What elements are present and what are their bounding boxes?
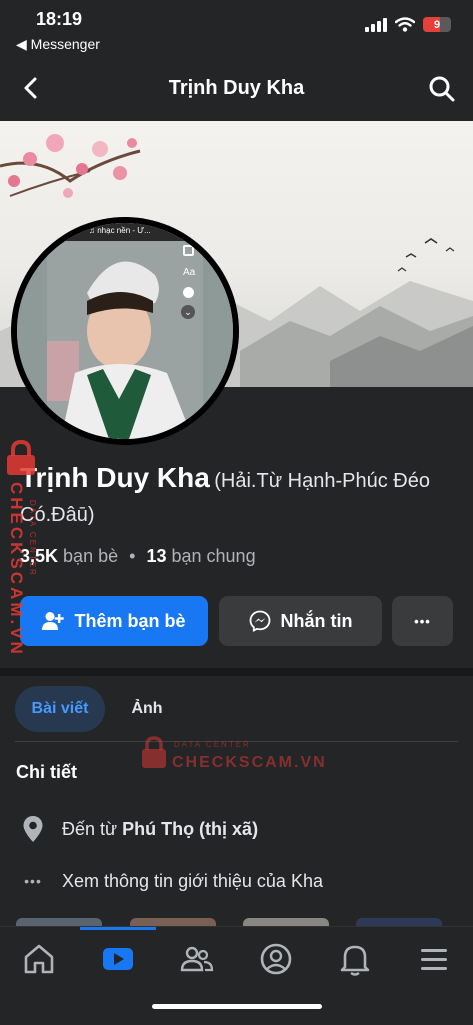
detail-hometown[interactable]: Đến từ Phú Thọ (thị xã) xyxy=(20,814,258,844)
bottom-tab-bar xyxy=(0,926,473,1025)
avatar-chevron-down-icon: ⌄ xyxy=(181,305,195,319)
photo-thumb[interactable] xyxy=(16,918,102,926)
section-divider xyxy=(0,668,473,676)
avatar-music-label: ♫ nhạc nền - Ư... xyxy=(89,226,151,235)
messenger-icon xyxy=(249,610,270,632)
photo-thumb[interactable] xyxy=(243,918,329,926)
location-pin-icon xyxy=(20,814,46,844)
avatar-frame-icon xyxy=(183,245,194,256)
profile-avatar[interactable]: ♫ nhạc nền - Ư... Aa ⌄ xyxy=(17,223,233,439)
avatar-photo xyxy=(17,223,233,439)
photo-preview-strip[interactable] xyxy=(0,918,473,926)
page-title: Trịnh Duy Kha xyxy=(168,77,305,99)
back-to-messenger-link[interactable]: ◀ Messenger xyxy=(16,36,100,53)
mutual-friends-count[interactable]: 13 xyxy=(146,546,166,566)
active-tab-indicator xyxy=(80,927,156,930)
mutual-friends-label: bạn chung xyxy=(171,546,256,566)
watermark-subtext: DATA CENTER xyxy=(28,500,37,577)
detail-see-about[interactable]: ••• Xem thông tin giới thiệu của Kha xyxy=(20,866,323,896)
photo-thumb[interactable] xyxy=(356,918,442,926)
status-time: 18:19 xyxy=(36,9,83,29)
signal-icon xyxy=(365,17,387,32)
watermark-lock-icon xyxy=(142,736,166,768)
home-icon[interactable] xyxy=(21,941,57,977)
message-label: Nhắn tin xyxy=(280,610,353,631)
home-indicator xyxy=(152,1004,322,1009)
friends-separator: • xyxy=(129,546,136,566)
wifi-icon xyxy=(395,17,415,32)
bell-icon[interactable] xyxy=(337,941,373,977)
message-button[interactable]: Nhắn tin xyxy=(219,596,382,646)
more-options-button[interactable]: ••• xyxy=(392,596,453,646)
menu-icon[interactable] xyxy=(416,941,452,977)
avatar-palette-icon xyxy=(183,287,194,298)
friends-summary: 3,5K bạn bè • 13 bạn chung xyxy=(20,546,256,567)
profile-icon[interactable] xyxy=(258,941,294,977)
hometown-prefix: Đến từ xyxy=(62,818,118,839)
watermark-text: CHECKSCAM.VN xyxy=(7,482,26,657)
profile-header: Trịnh Duy Kha xyxy=(0,58,473,120)
tab-posts[interactable]: Bài viết xyxy=(15,686,105,732)
profile-display-name: Trịnh Duy Kha xyxy=(20,462,210,493)
photo-thumb[interactable] xyxy=(130,918,216,926)
see-about-label: Xem thông tin giới thiệu của Kha xyxy=(62,870,323,891)
battery-icon: 9 xyxy=(423,17,451,32)
more-dots-icon: ••• xyxy=(414,613,431,629)
profile-name: Trịnh Duy Kha (Hải.Từ Hạnh-Phúc Đéo Có.Đ… xyxy=(20,462,460,533)
hometown-place[interactable]: Phú Thọ (thị xã) xyxy=(122,819,258,840)
watermark-center: DATA CENTER CHECKSCAM.VN xyxy=(140,734,325,774)
tab-photos[interactable]: Ảnh xyxy=(112,686,182,732)
search-icon[interactable] xyxy=(427,74,457,104)
watermark-side: CHECKSCAM.VN DATA CENTER xyxy=(2,440,42,657)
battery-level: 9 xyxy=(433,18,441,31)
video-icon[interactable] xyxy=(100,941,136,977)
watermark-text: CHECKSCAM.VN xyxy=(172,754,327,771)
status-bar: 18:19 ◀ Messenger 9 xyxy=(0,0,473,58)
more-horizontal-icon: ••• xyxy=(24,873,42,889)
avatar-text-tool: Aa xyxy=(183,267,196,278)
status-icons: 9 xyxy=(365,17,451,32)
add-friend-button[interactable]: Thêm bạn bè xyxy=(20,596,208,646)
friends-icon[interactable] xyxy=(179,941,215,977)
add-person-icon xyxy=(42,612,65,630)
watermark-lock-icon xyxy=(7,440,35,475)
details-heading: Chi tiết xyxy=(16,762,77,782)
add-friend-label: Thêm bạn bè xyxy=(74,610,186,631)
watermark-subtext: DATA CENTER xyxy=(174,740,251,749)
friends-label: bạn bè xyxy=(63,546,119,566)
